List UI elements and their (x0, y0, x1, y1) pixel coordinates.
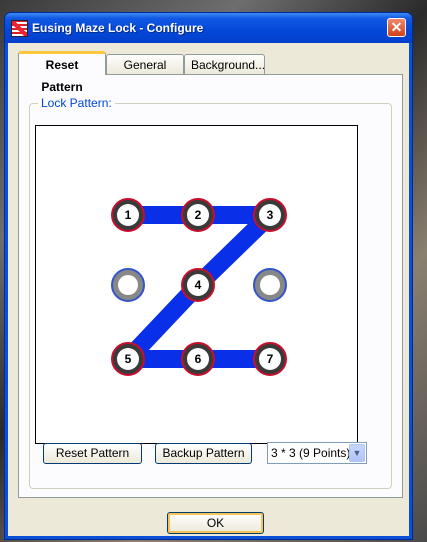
tab-general[interactable]: General (106, 54, 184, 74)
pattern-node[interactable]: 4 (181, 268, 215, 302)
window-title: Eusing Maze Lock - Configure (32, 21, 204, 35)
reset-pattern-panel: Lock Pattern: 1 2 3 4 5 6 7 Reset Pattern Back… (18, 74, 403, 498)
pattern-node-label: 7 (267, 352, 274, 366)
pattern-node-center (118, 275, 138, 295)
reset-pattern-button[interactable]: Reset Pattern (43, 443, 142, 464)
pattern-node[interactable] (111, 268, 145, 302)
pattern-node-label: 3 (267, 208, 274, 222)
lock-pattern-group: Lock Pattern: 1 2 3 4 5 6 7 Reset Pattern Back… (29, 96, 392, 489)
pattern-node-center (260, 275, 280, 295)
pattern-node-label: 4 (195, 278, 202, 292)
pattern-node[interactable]: 1 (111, 198, 145, 232)
backup-pattern-button[interactable]: Backup Pattern (155, 443, 252, 464)
chevron-down-icon[interactable]: ▼ (349, 444, 365, 462)
grid-size-value: 3 * 3 (9 Points) (271, 446, 351, 460)
tab-background[interactable]: Background... (184, 54, 265, 74)
pattern-node-label: 1 (125, 208, 132, 222)
pattern-node[interactable]: 5 (111, 342, 145, 376)
dialog-client-area: Reset Pattern General Background... Lock… (8, 43, 409, 536)
pattern-node-label: 6 (195, 352, 202, 366)
pattern-node-label: 5 (125, 352, 132, 366)
pattern-node-label: 2 (195, 208, 202, 222)
pattern-drawing[interactable]: 1 2 3 4 5 6 7 (36, 126, 357, 443)
pattern-canvas[interactable]: 1 2 3 4 5 6 7 (35, 125, 358, 444)
lock-pattern-label: Lock Pattern: (38, 96, 115, 110)
pattern-node[interactable] (253, 268, 287, 302)
pattern-node[interactable]: 3 (253, 198, 287, 232)
app-icon (11, 20, 28, 37)
grid-size-select[interactable]: 3 * 3 (9 Points) ▼ (267, 442, 367, 464)
pattern-node[interactable]: 7 (253, 342, 287, 376)
pattern-node[interactable]: 2 (181, 198, 215, 232)
close-button[interactable]: ✕ (387, 18, 406, 37)
configure-window: Eusing Maze Lock - Configure ✕ Reset Pat… (4, 12, 413, 540)
ok-button[interactable]: OK (167, 512, 264, 534)
close-icon: ✕ (390, 19, 403, 35)
tab-reset-pattern[interactable]: Reset Pattern (18, 51, 106, 94)
pattern-node[interactable]: 6 (181, 342, 215, 376)
title-bar[interactable]: Eusing Maze Lock - Configure ✕ (5, 13, 412, 43)
